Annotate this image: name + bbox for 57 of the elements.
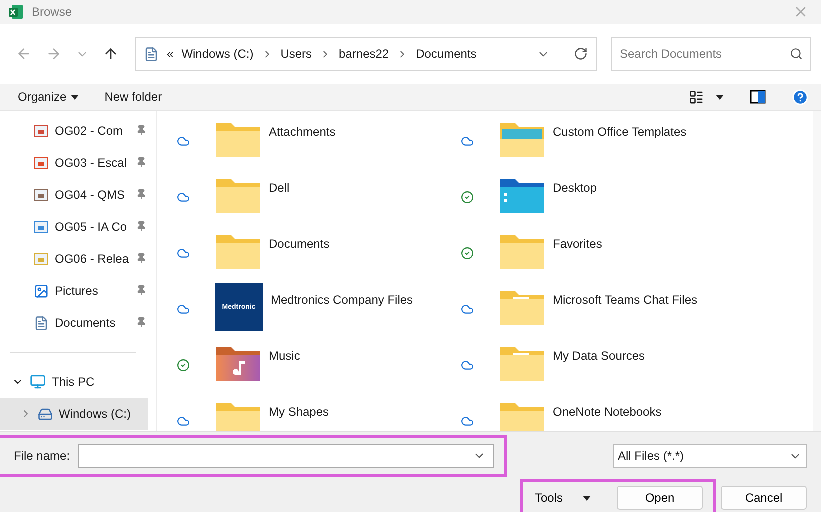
- search-field[interactable]: Search Documents: [611, 37, 811, 71]
- file-item[interactable]: My Data Sources: [455, 339, 813, 395]
- file-item[interactable]: Favorites: [455, 227, 813, 283]
- sidebar-item[interactable]: Documents: [0, 307, 148, 339]
- file-thumbnail-icon: [34, 220, 49, 234]
- organize-button[interactable]: Organize: [18, 90, 79, 104]
- help-icon: [792, 88, 809, 106]
- file-type-dropdown[interactable]: All Files (*.*): [613, 444, 807, 468]
- excel-logo-icon: [8, 4, 24, 20]
- breadcrumb-item[interactable]: barnes22: [339, 47, 390, 61]
- open-button[interactable]: Open: [617, 486, 703, 510]
- document-icon: [34, 316, 49, 330]
- caret-icon: [583, 496, 591, 500]
- help-button[interactable]: [792, 88, 809, 106]
- caret-icon: [716, 94, 724, 100]
- preview-pane-icon: [750, 90, 766, 104]
- file-thumbnail-icon: [34, 252, 49, 266]
- refresh-icon[interactable]: [574, 47, 588, 61]
- file-item[interactable]: Music: [171, 339, 455, 395]
- preview-pane-button[interactable]: [750, 90, 766, 104]
- tree-item[interactable]: This PC: [0, 366, 148, 398]
- picture-icon: [34, 284, 49, 298]
- file-item[interactable]: Attachments: [171, 115, 455, 171]
- file-item[interactable]: Microsoft Teams Chat Files: [455, 283, 813, 339]
- document-icon: [144, 46, 159, 62]
- file-thumbnail-icon: [34, 188, 49, 202]
- file-thumbnail-icon: [34, 156, 49, 170]
- sidebar-item[interactable]: OG06 - Relea: [0, 243, 148, 275]
- new-folder-button[interactable]: New folder: [104, 90, 162, 104]
- sidebar-item[interactable]: OG05 - IA Co: [0, 211, 148, 243]
- drive-icon: [38, 406, 53, 422]
- window-title: Browse: [32, 5, 74, 19]
- file-item[interactable]: Documents: [171, 227, 455, 283]
- file-item[interactable]: Custom Office Templates: [455, 115, 813, 171]
- monitor-icon: [30, 374, 46, 390]
- tree-item[interactable]: Windows (C:): [0, 398, 148, 430]
- breadcrumb-item[interactable]: Documents: [416, 47, 477, 61]
- breadcrumb-item[interactable]: Windows (C:): [182, 47, 254, 61]
- breadcrumb-item[interactable]: Users: [280, 47, 312, 61]
- file-name-label: File name:: [14, 449, 70, 463]
- view-options-button[interactable]: [689, 90, 724, 104]
- sidebar-item[interactable]: OG03 - Escal: [0, 147, 148, 179]
- list-view-icon: [689, 90, 704, 104]
- sidebar-item[interactable]: Pictures: [0, 275, 148, 307]
- right-arrow-icon: [46, 46, 62, 62]
- file-item[interactable]: Desktop: [455, 171, 813, 227]
- search-icon: [790, 48, 803, 60]
- caret-icon: [70, 94, 79, 100]
- address-bar[interactable]: « Windows (C:) Users barnes22 Documents: [135, 37, 597, 71]
- file-thumbnail-icon: [34, 124, 49, 138]
- sidebar-item[interactable]: OG02 - Com: [0, 115, 148, 147]
- sidebar-item[interactable]: OG04 - QMS: [0, 179, 148, 211]
- file-name-field[interactable]: [78, 444, 494, 468]
- cancel-button[interactable]: Cancel: [721, 486, 807, 510]
- breadcrumb-overflow[interactable]: «: [167, 47, 174, 61]
- file-item[interactable]: Dell: [171, 171, 455, 227]
- tools-button[interactable]: Tools: [528, 490, 597, 506]
